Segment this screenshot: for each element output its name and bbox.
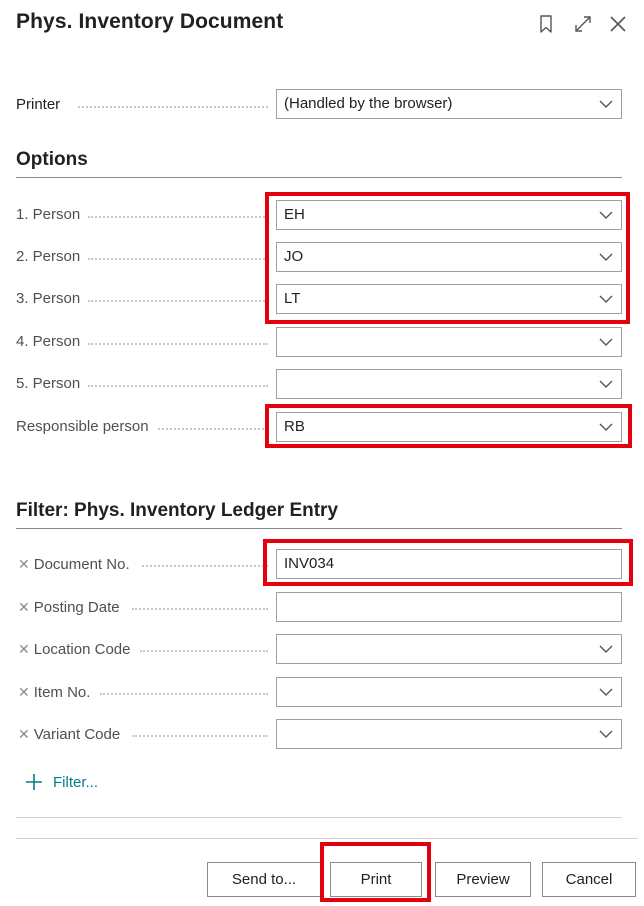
variant-code-filter-label[interactable]: ✕ Variant Code — [18, 719, 120, 749]
plus-icon — [26, 774, 42, 790]
filter-divider — [16, 528, 622, 529]
options-divider — [16, 177, 622, 178]
chevron-down-icon — [599, 380, 613, 388]
person5-label: 5. Person — [16, 375, 81, 392]
document-no-filter-label[interactable]: ✕ Document No. — [18, 549, 130, 579]
dot-leader — [88, 341, 268, 345]
variant-code-label: Variant Code — [33, 726, 121, 743]
chevron-down-icon — [599, 295, 613, 303]
dot-leader — [88, 256, 268, 260]
remove-filter-icon[interactable]: ✕ — [18, 641, 30, 657]
options-heading: Options — [16, 149, 88, 170]
person2-select[interactable]: JO — [276, 242, 622, 272]
remove-filter-icon[interactable]: ✕ — [18, 556, 30, 572]
person2-label: 2. Person — [16, 248, 81, 265]
add-filter-link[interactable]: Filter... — [24, 772, 98, 792]
person1-value: EH — [284, 206, 305, 223]
cancel-button[interactable]: Cancel — [542, 862, 636, 897]
chevron-down-icon — [599, 100, 613, 108]
dialog-title: Phys. Inventory Document — [16, 10, 284, 33]
person3-value: LT — [284, 290, 301, 307]
posting-date-input[interactable] — [276, 592, 622, 622]
dot-leader — [158, 426, 268, 430]
footer-divider — [16, 817, 622, 818]
dot-leader — [140, 648, 268, 652]
responsible-person-select[interactable]: RB — [276, 412, 622, 442]
item-no-select[interactable] — [276, 677, 622, 707]
printer-label: Printer — [16, 96, 61, 113]
responsible-person-value: RB — [284, 418, 305, 435]
chevron-down-icon — [599, 423, 613, 431]
dot-leader — [88, 383, 268, 387]
posting-date-filter-label[interactable]: ✕ Posting Date — [18, 592, 120, 622]
filter-heading: Filter: Phys. Inventory Ledger Entry — [16, 500, 339, 521]
dot-leader — [88, 298, 268, 302]
remove-filter-icon[interactable]: ✕ — [18, 726, 30, 742]
chevron-down-icon — [599, 645, 613, 653]
chevron-down-icon — [599, 688, 613, 696]
dot-leader — [88, 214, 268, 218]
dot-leader — [142, 563, 268, 567]
chevron-down-icon — [599, 338, 613, 346]
printer-select[interactable]: (Handled by the browser) — [276, 89, 622, 119]
remove-filter-icon[interactable]: ✕ — [18, 684, 30, 700]
document-no-value: INV034 — [284, 555, 335, 572]
person4-select[interactable] — [276, 327, 622, 357]
location-code-select[interactable] — [276, 634, 622, 664]
person1-label: 1. Person — [16, 206, 81, 223]
location-code-filter-label[interactable]: ✕ Location Code — [18, 634, 130, 664]
person3-select[interactable]: LT — [276, 284, 622, 314]
dot-leader — [132, 606, 268, 610]
document-no-input[interactable]: INV034 — [276, 549, 622, 579]
document-no-label: Document No. — [33, 556, 130, 573]
chevron-down-icon — [599, 211, 613, 219]
chevron-down-icon — [599, 730, 613, 738]
person3-label: 3. Person — [16, 290, 81, 307]
dot-leader — [132, 733, 268, 737]
person5-select[interactable] — [276, 369, 622, 399]
item-no-filter-label[interactable]: ✕ Item No. — [18, 677, 90, 707]
person4-label: 4. Person — [16, 333, 81, 350]
responsible-person-label: Responsible person — [16, 418, 149, 435]
expand-icon[interactable] — [571, 12, 595, 36]
preview-button[interactable]: Preview — [435, 862, 531, 897]
add-filter-label: Filter... — [53, 773, 99, 791]
close-icon[interactable] — [606, 12, 630, 36]
person2-value: JO — [284, 248, 304, 265]
posting-date-label: Posting Date — [33, 599, 120, 616]
send-to-button[interactable]: Send to... — [207, 862, 321, 897]
person1-select[interactable]: EH — [276, 200, 622, 230]
remove-filter-icon[interactable]: ✕ — [18, 599, 30, 615]
location-code-label: Location Code — [33, 641, 131, 658]
bookmark-icon[interactable] — [534, 12, 558, 36]
chevron-down-icon — [599, 253, 613, 261]
footer-divider — [16, 838, 638, 839]
variant-code-select[interactable] — [276, 719, 622, 749]
print-button[interactable]: Print — [330, 862, 422, 897]
dot-leader — [78, 104, 268, 108]
dot-leader — [100, 691, 268, 695]
item-no-label: Item No. — [33, 684, 91, 701]
printer-value: (Handled by the browser) — [284, 95, 453, 112]
